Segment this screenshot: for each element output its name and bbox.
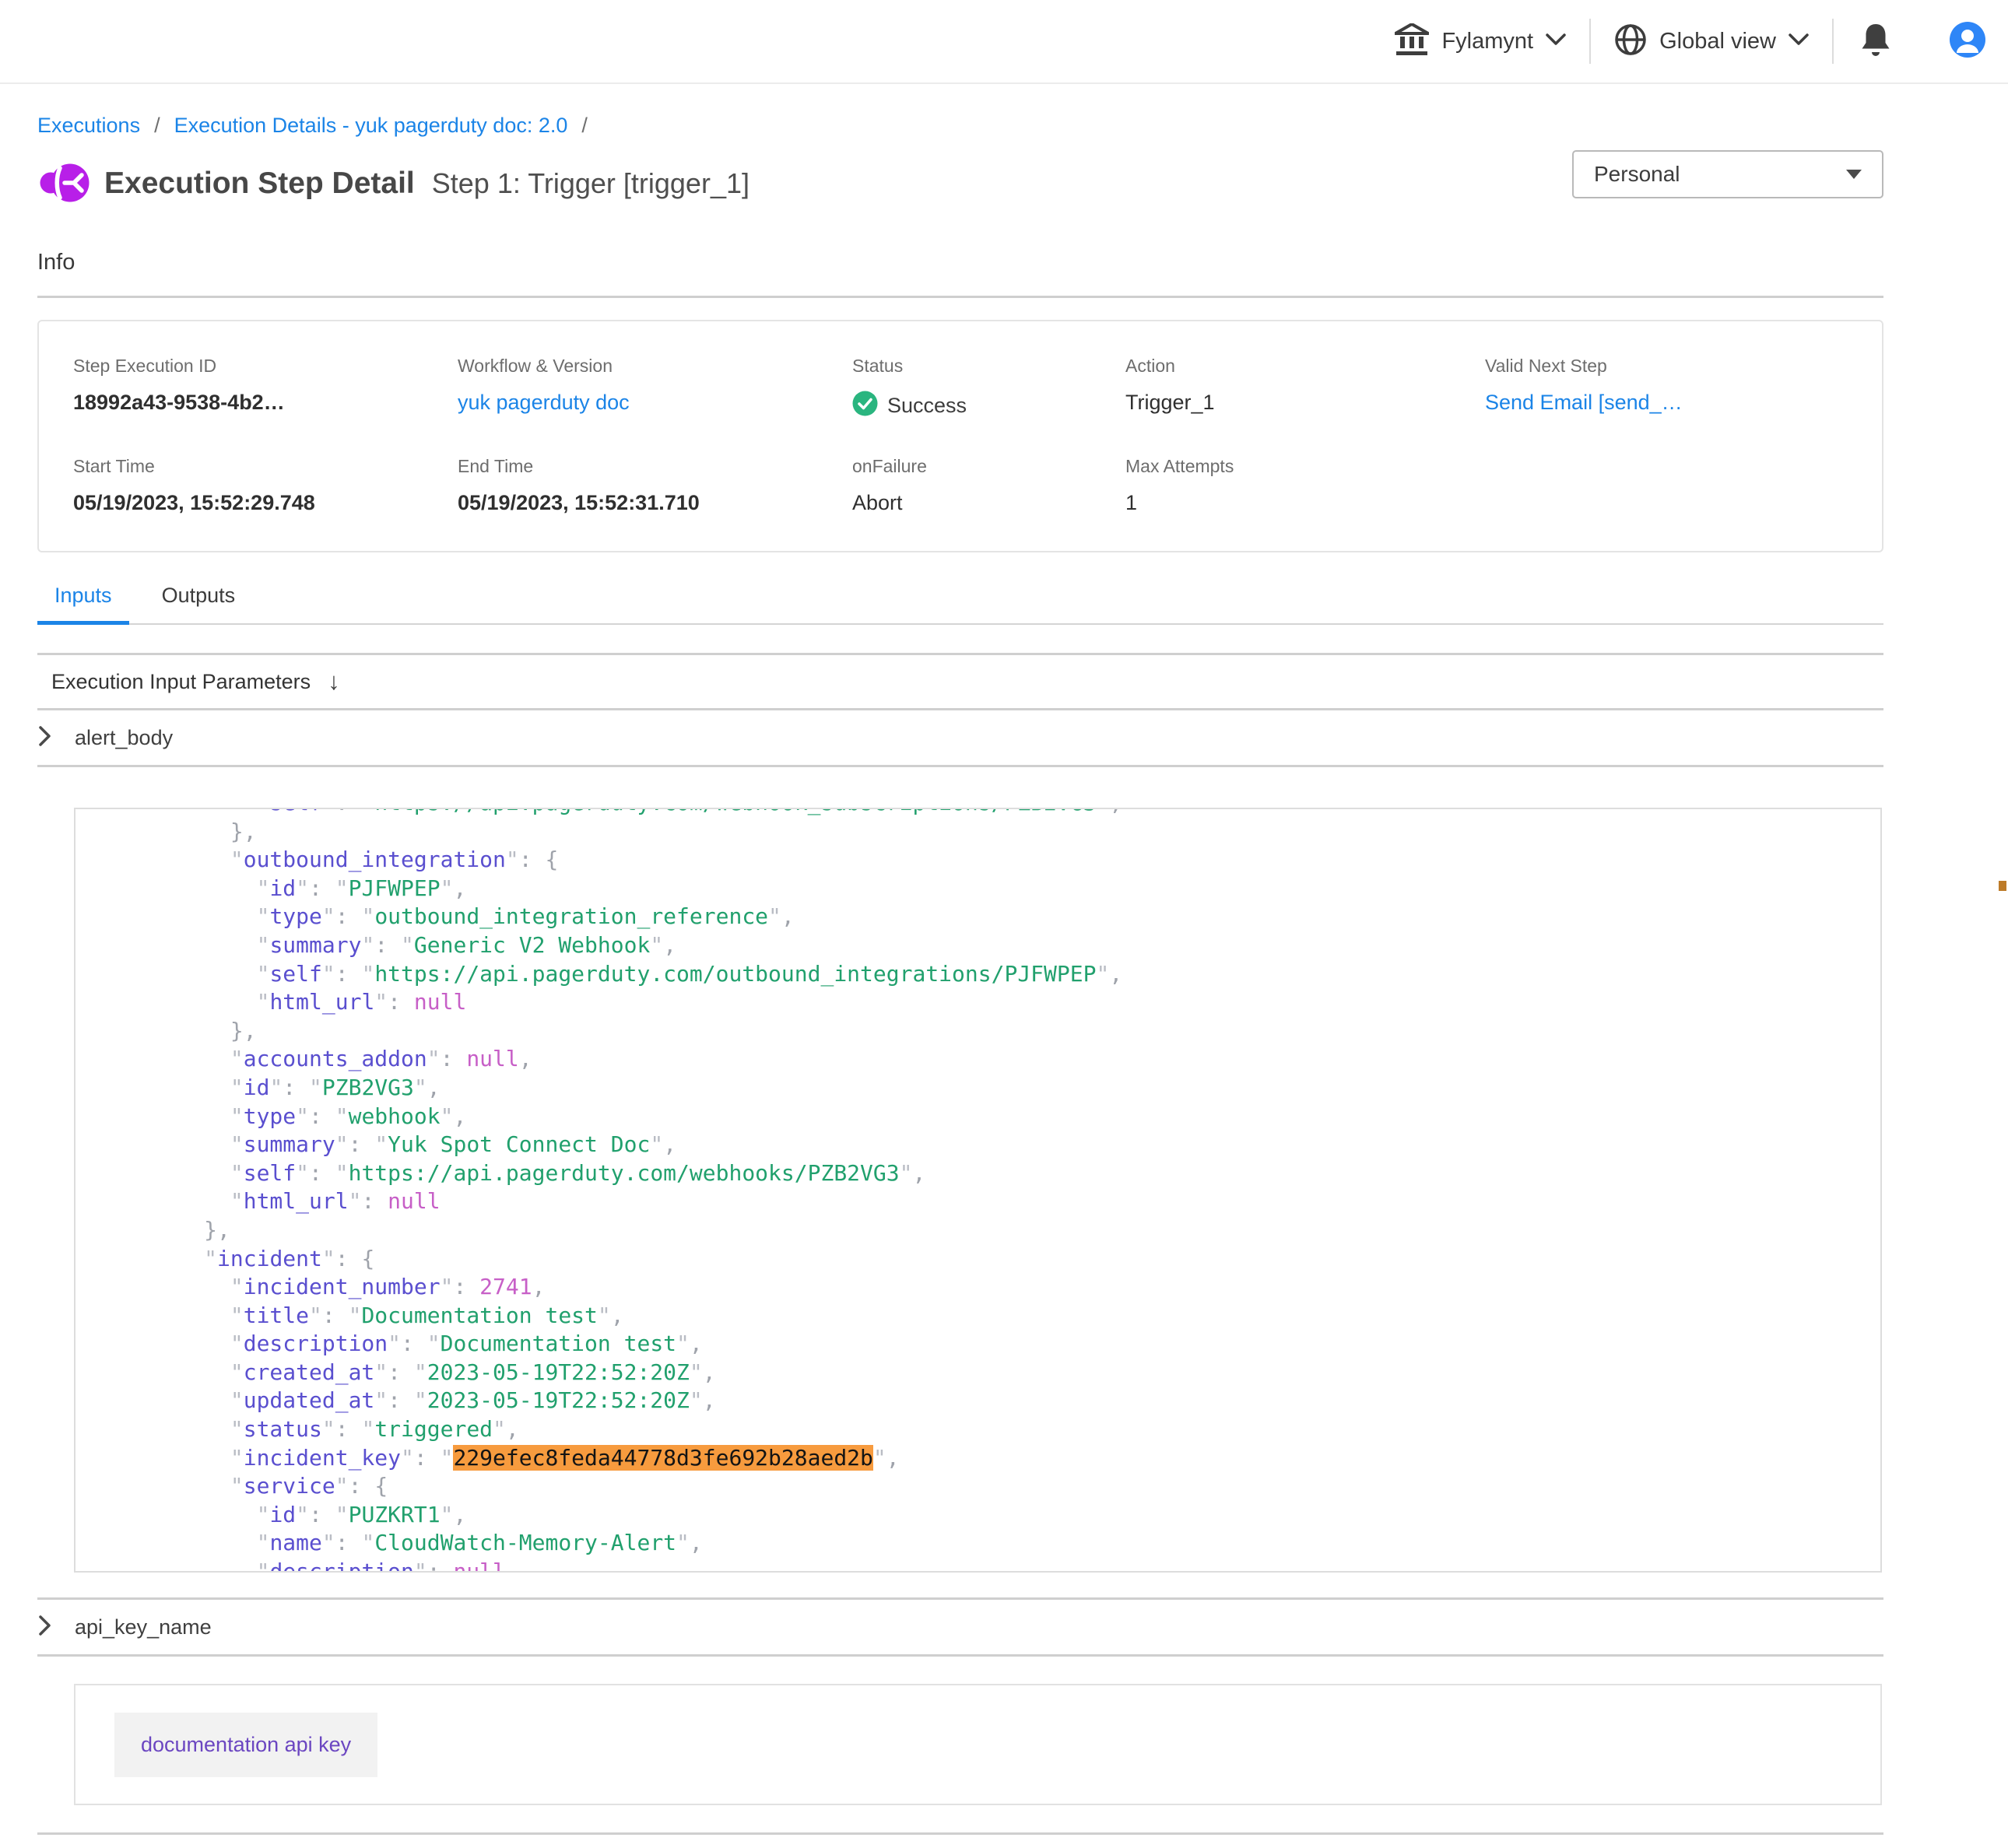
organization-icon	[1395, 23, 1429, 60]
breadcrumb-executions[interactable]: Executions	[37, 114, 140, 138]
detail-tabs: Inputs Outputs	[37, 584, 1883, 625]
chevron-right-icon	[39, 726, 51, 750]
field-action: Action Trigger_1	[1125, 356, 1485, 420]
section-api-key-value-wrap: api_key_value	[37, 1832, 1883, 1848]
success-check-icon	[852, 391, 878, 420]
breadcrumb: Executions / Execution Details - yuk pag…	[37, 114, 1883, 138]
json-code: "self": "https://api.pagerduty.com/webho…	[75, 808, 1880, 1573]
breadcrumb-separator: /	[154, 114, 160, 138]
avatar	[1949, 21, 1986, 62]
user-menu[interactable]	[1918, 21, 1996, 62]
top-bar: Fylamynt Global view	[0, 0, 2008, 84]
field-start-time: Start Time 05/19/2023, 15:52:29.748	[73, 456, 458, 515]
field-end-time: End Time 05/19/2023, 15:52:31.710	[458, 456, 852, 515]
bell-icon	[1860, 22, 1891, 61]
info-heading: Info	[37, 250, 1883, 275]
api-key-name-label: api_key_name	[75, 1615, 212, 1639]
execution-step-detail-page: Fylamynt Global view	[0, 0, 2008, 1848]
title-row: Execution Step Detail Step 1: Trigger [t…	[37, 155, 1883, 212]
caret-down-icon	[1846, 170, 1862, 179]
download-arrow-icon[interactable]: ↓	[328, 668, 340, 696]
api-key-name-value-box: documentation api key	[74, 1684, 1882, 1805]
field-workflow-version: Workflow & Version yuk pagerduty doc	[458, 356, 852, 420]
api-key-name-chip: documentation api key	[114, 1713, 377, 1777]
field-step-execution-id: Step Execution ID 18992a43-9538-4b2…	[73, 356, 458, 420]
workflow-step-icon	[37, 159, 90, 209]
view-switcher[interactable]: Global view	[1591, 23, 1832, 60]
workflow-link[interactable]: yuk pagerduty doc	[458, 391, 630, 414]
notifications-button[interactable]	[1834, 22, 1918, 61]
field-onfailure: onFailure Abort	[852, 456, 1125, 515]
chevron-down-icon	[1546, 33, 1566, 50]
chevron-right-icon	[39, 1615, 51, 1639]
field-status: Status Success	[852, 356, 1125, 420]
field-max-attempts: Max Attempts 1	[1125, 456, 1485, 515]
chevron-down-icon	[1789, 33, 1809, 50]
divider	[37, 296, 1883, 298]
tab-inputs[interactable]: Inputs	[37, 584, 129, 623]
execution-input-parameters-label: Execution Input Parameters	[51, 670, 311, 694]
page-title: Execution Step Detail	[104, 167, 415, 201]
breadcrumb-separator: /	[581, 114, 588, 138]
view-name: Global view	[1659, 29, 1776, 54]
tab-outputs[interactable]: Outputs	[145, 584, 253, 623]
org-switcher[interactable]: Fylamynt	[1371, 23, 1589, 60]
info-card: Step Execution ID 18992a43-9538-4b2… Wor…	[37, 320, 1883, 552]
section-alert-body[interactable]: alert_body	[37, 710, 1883, 767]
scrollbar-find-marker	[1999, 881, 2006, 891]
breadcrumb-execution-details[interactable]: Execution Details - yuk pagerduty doc: 2…	[174, 114, 568, 138]
step-subtitle: Step 1: Trigger [trigger_1]	[432, 167, 749, 200]
section-api-key-value[interactable]: api_key_value	[37, 1835, 1883, 1848]
scope-select[interactable]: Personal	[1572, 150, 1883, 198]
org-name: Fylamynt	[1441, 29, 1533, 54]
alert-body-label: alert_body	[75, 726, 173, 750]
field-valid-next-step: Valid Next Step Send Email [send_…	[1485, 356, 1882, 420]
next-step-link[interactable]: Send Email [send_…	[1485, 391, 1683, 414]
section-api-key-name[interactable]: api_key_name	[37, 1600, 1883, 1657]
alert-body-json-viewer[interactable]: "self": "https://api.pagerduty.com/webho…	[74, 808, 1882, 1573]
execution-input-parameters-header: Execution Input Parameters ↓	[37, 653, 1883, 710]
scope-selected-value: Personal	[1594, 162, 1680, 187]
status-badge: Success	[852, 391, 1125, 420]
globe-icon	[1614, 23, 1647, 60]
